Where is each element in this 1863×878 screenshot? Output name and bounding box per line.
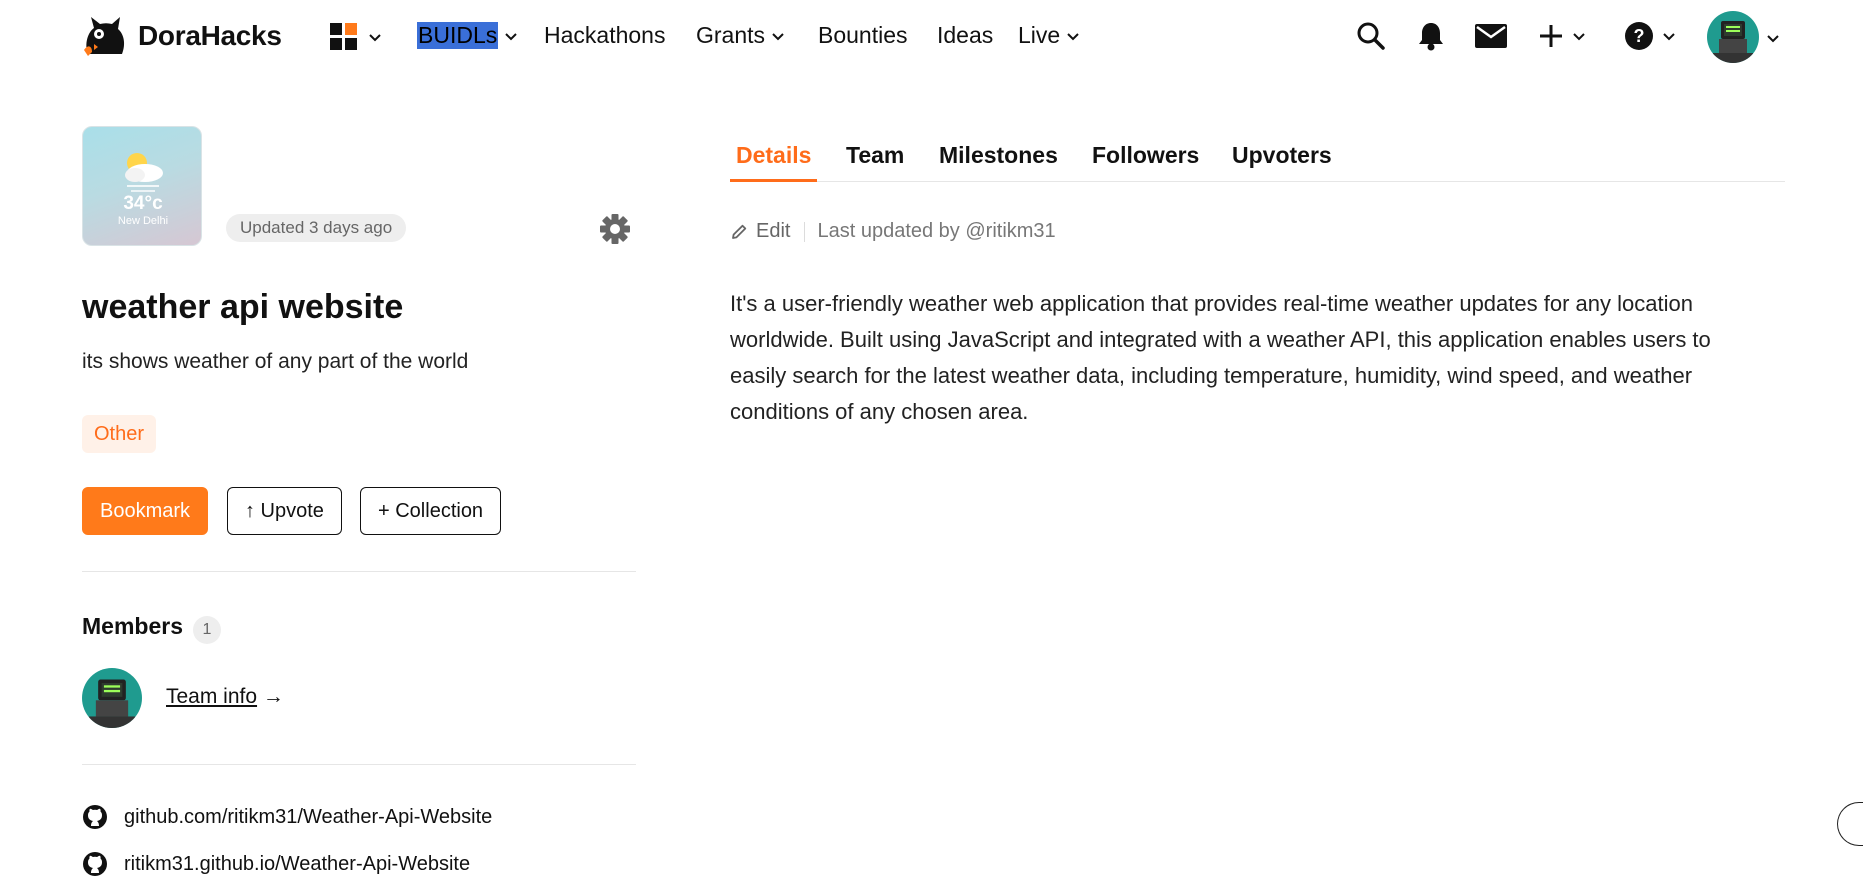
avatar-image [1707, 11, 1759, 63]
edit-label: Edit [756, 220, 791, 242]
repo-link-label: github.com/ritikm31/Weather-Api-Website [124, 805, 493, 828]
nav-hackathons-label: Hackathons [544, 22, 666, 48]
project-cover-image: 34°c New Delhi [82, 126, 202, 246]
edit-button[interactable]: Edit [730, 220, 790, 243]
chevron-down-icon [369, 34, 381, 42]
pencil-icon [732, 224, 747, 239]
repo-link[interactable]: github.com/ritikm31/Weather-Api-Website [82, 804, 492, 830]
help-menu-button[interactable]: ? [1621, 18, 1679, 54]
detail-tabs: Details Team Milestones Followers Upvote… [730, 138, 1785, 182]
nav-grants[interactable]: Grants [696, 22, 785, 49]
github-icon [83, 852, 107, 876]
nav-bounties[interactable]: Bounties [818, 22, 908, 49]
nav-buidls[interactable]: BUIDLs [417, 22, 518, 49]
upvote-button[interactable]: ↑ Upvote [227, 487, 342, 535]
brand[interactable]: DoraHacks [82, 14, 282, 58]
nav-hackathons[interactable]: Hackathons [544, 22, 665, 49]
team-info-label: Team info [166, 685, 258, 708]
search-button[interactable] [1353, 18, 1389, 54]
add-to-collection-button[interactable]: + Collection [360, 487, 502, 535]
chevron-down-icon [772, 32, 784, 40]
chevron-down-icon [1067, 32, 1079, 40]
chevron-down-icon [505, 32, 517, 40]
top-navbar: DoraHacks BUIDLs Hackathons Grants Bount… [0, 0, 1863, 76]
project-description: It's a user-friendly weather web applica… [730, 291, 1711, 424]
brand-name: DoraHacks [138, 20, 282, 51]
settings-button[interactable] [598, 212, 632, 246]
chevron-down-icon[interactable] [1766, 31, 1780, 45]
floating-widget-button[interactable] [1837, 802, 1863, 846]
category-tag[interactable]: Other [82, 415, 157, 453]
nav-grants-label: Grants [696, 22, 766, 48]
create-menu-button[interactable] [1533, 18, 1591, 54]
cover-city: New Delhi [117, 215, 169, 227]
team-info-link[interactable]: Team info → [166, 685, 284, 709]
avatar-image [82, 668, 142, 728]
dorahacks-logo-icon [84, 17, 125, 56]
arrow-right-icon: → [262, 685, 284, 708]
project-title: weather api website [82, 288, 404, 326]
bell-icon [1419, 23, 1443, 51]
nav-buidls-label: BUIDLs [417, 22, 499, 49]
tab-milestones[interactable]: Milestones [933, 142, 1064, 182]
nav-live-label: Live [1018, 22, 1061, 48]
edit-row: Edit Last updated by @ritikm31 [730, 220, 1056, 243]
updated-badge: Updated 3 days ago [226, 214, 407, 242]
github-icon [83, 805, 107, 829]
nav-ideas-label: Ideas [937, 22, 994, 48]
apps-menu-button[interactable] [330, 23, 382, 51]
demo-link-label: ritikm31.github.io/Weather-Api-Website [124, 852, 471, 875]
demo-link[interactable]: ritikm31.github.io/Weather-Api-Website [82, 851, 470, 877]
mail-icon [1475, 24, 1507, 48]
plus-icon [1540, 25, 1562, 47]
members-count-badge: 1 [193, 616, 221, 644]
members-heading: Members [82, 613, 183, 639]
project-subtitle: its shows weather of any part of the wor… [82, 350, 469, 373]
notifications-button[interactable] [1413, 18, 1449, 54]
help-icon: ? [1625, 22, 1653, 50]
bookmark-button[interactable]: Bookmark [82, 487, 209, 535]
tab-details[interactable]: Details [730, 142, 818, 182]
tab-followers[interactable]: Followers [1086, 142, 1205, 182]
chevron-down-icon [1663, 33, 1675, 41]
chevron-down-icon [1573, 33, 1585, 41]
user-avatar[interactable] [1707, 11, 1759, 63]
divider [82, 764, 636, 765]
nav-bounties-label: Bounties [818, 22, 908, 48]
member-avatar[interactable] [82, 668, 142, 728]
nav-ideas[interactable]: Ideas [937, 22, 993, 49]
tab-upvoters[interactable]: Upvoters [1226, 142, 1338, 182]
cloud-sun-icon [125, 153, 163, 192]
cover-temperature: 34°c [123, 193, 163, 214]
gear-icon [600, 214, 630, 244]
messages-button[interactable] [1473, 18, 1509, 54]
apps-grid-icon [330, 23, 358, 51]
divider [82, 571, 636, 572]
svg-text:?: ? [1634, 26, 1645, 46]
tab-team[interactable]: Team [840, 142, 910, 182]
last-updated-text: Last updated by @ritikm31 [817, 220, 1056, 242]
search-icon [1357, 22, 1385, 50]
nav-live[interactable]: Live [1018, 22, 1080, 49]
separator [804, 221, 806, 242]
